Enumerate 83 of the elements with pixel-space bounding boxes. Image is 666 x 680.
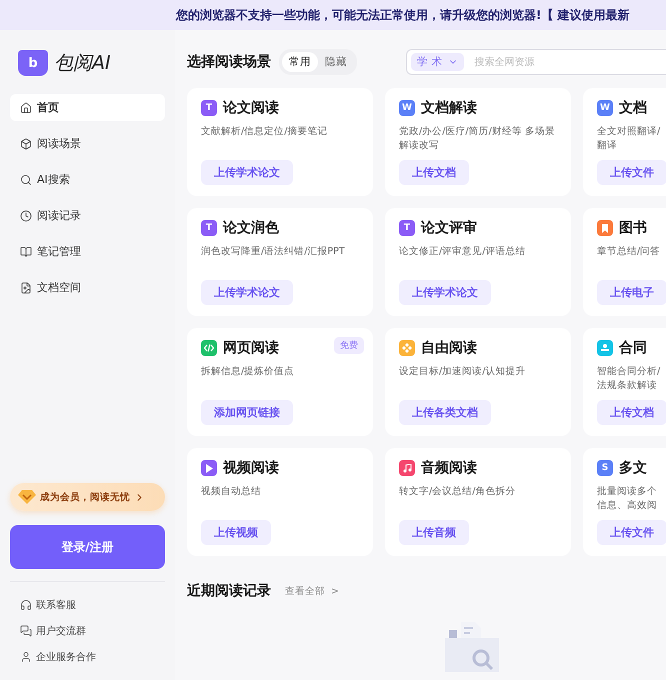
card-description: 全文对照翻译/ 翻译 <box>597 125 662 153</box>
section-title: 近期阅读记录 <box>187 582 271 600</box>
card-description: 设定目标/加速阅读/认知提升 <box>399 365 526 379</box>
login-button[interactable]: 登录/注册 <box>10 525 165 569</box>
diamond-icon <box>18 490 36 504</box>
card-title: 论文阅读 <box>223 99 279 117</box>
home-icon <box>20 102 32 114</box>
card-description: 智能合同分析/ 法规条款解读 <box>597 365 662 393</box>
scene-card[interactable]: 视频阅读 视频自动总结 上传视频 <box>187 448 373 556</box>
headset-icon <box>20 599 32 611</box>
scene-card[interactable]: T 论文润色 润色改写降重/语法纠错/汇报PPT 上传学术论文 <box>187 208 373 316</box>
upload-button[interactable]: 上传学术论文 <box>399 280 491 305</box>
scene-card[interactable]: S 多文 批量阅读多个 信息、高效阅 上传文件 <box>583 448 666 556</box>
upload-button[interactable]: 上传学术论文 <box>201 280 293 305</box>
scene-card[interactable]: W 文档解读 党政/办公/医疗/简历/财经等 多场景 解读改写 上传文档 <box>385 88 571 196</box>
scene-card[interactable]: 图书 章节总结/问答 上传电子 <box>583 208 666 316</box>
card-title: 论文润色 <box>223 219 279 237</box>
upload-button[interactable]: 上传各类文档 <box>399 400 491 425</box>
footer-link[interactable]: 用户交流群 <box>10 618 165 644</box>
upload-button[interactable]: 上传电子 <box>597 280 666 305</box>
upload-button[interactable]: 上传文档 <box>399 160 469 185</box>
scene-card[interactable]: W 文档 全文对照翻译/ 翻译 上传文件 <box>583 88 666 196</box>
sidebar-item[interactable]: 阅读场景 <box>10 130 165 157</box>
card-description: 党政/办公/医疗/简历/财经等 多场景 解读改写 <box>399 125 556 153</box>
scene-card[interactable]: 自由阅读 设定目标/加速阅读/认知提升 上传各类文档 <box>385 328 571 436</box>
card-title: 多文 <box>619 459 647 477</box>
card-description: 转文字/会议总结/角色拆分 <box>399 485 516 499</box>
user-icon <box>20 651 32 663</box>
scene-card[interactable]: T 论文阅读 文献解析/信息定位/摘要笔记 上传学术论文 <box>187 88 373 196</box>
cube-icon <box>20 138 32 150</box>
card-title: 音频阅读 <box>421 459 477 477</box>
letter-icon: T <box>201 100 217 116</box>
card-title: 视频阅读 <box>223 459 279 477</box>
card-description: 批量阅读多个 信息、高效阅 <box>597 485 658 513</box>
tab[interactable]: 隐藏 <box>318 52 354 72</box>
book-icon <box>20 246 32 258</box>
footer-link[interactable]: 联系客服 <box>10 592 165 618</box>
upload-button[interactable]: 上传文件 <box>597 520 666 545</box>
card-description: 论文修正/评审意见/评语总结 <box>399 245 526 259</box>
membership-button[interactable]: 成为会员，阅读无忧 <box>10 483 165 511</box>
upload-button[interactable]: 上传文档 <box>597 400 666 425</box>
scene-card[interactable]: 合同 智能合同分析/ 法规条款解读 上传文档 <box>583 328 666 436</box>
sidebar-item[interactable]: 笔记管理 <box>10 238 165 265</box>
search-icon <box>20 174 32 186</box>
card-description: 润色改写降重/语法纠错/汇报PPT <box>201 245 346 259</box>
upload-button[interactable]: 上传学术论文 <box>201 160 293 185</box>
card-description: 章节总结/问答 <box>597 245 662 259</box>
document-icon <box>20 282 32 294</box>
card-title: 网页阅读 <box>223 339 279 357</box>
tab[interactable]: 常用 <box>282 52 318 72</box>
letter-icon: S <box>597 460 613 476</box>
card-description: 拆解信息/提炼价值点 <box>201 365 296 379</box>
letter-icon: T <box>399 220 415 236</box>
sidebar-item[interactable]: 文档空间 <box>10 274 165 301</box>
banner-text: 您的浏览器不支持一些功能，可能无法正常使用，请升级您的浏览器!【 建议使用最新 <box>176 6 630 24</box>
scene-card[interactable]: T 论文评审 论文修正/评审意见/评语总结 上传学术论文 <box>385 208 571 316</box>
card-title: 论文评审 <box>421 219 477 237</box>
sidebar-item[interactable]: 首页 <box>10 94 165 121</box>
card-description: 视频自动总结 <box>201 485 262 499</box>
card-title: 文档 <box>619 99 647 117</box>
card-title: 自由阅读 <box>421 339 477 357</box>
scene-card[interactable]: 网页阅读 拆解信息/提炼价值点 添加网页链接 免费 <box>187 328 373 436</box>
letter-icon: W <box>597 100 613 116</box>
chat-icon <box>20 625 32 637</box>
sidebar-item[interactable]: 阅读记录 <box>10 202 165 229</box>
upload-button[interactable]: 上传文件 <box>597 160 666 185</box>
card-title: 文档解读 <box>421 99 477 117</box>
upload-button[interactable]: 上传音频 <box>399 520 469 545</box>
logo-icon: b <box>18 50 48 76</box>
free-badge: 免费 <box>334 337 364 354</box>
letter-icon: W <box>399 100 415 116</box>
scene-card[interactable]: 音频阅读 转文字/会议总结/角色拆分 上传音频 <box>385 448 571 556</box>
card-title: 图书 <box>619 219 647 237</box>
clock-icon <box>20 210 32 222</box>
section-title: 选择阅读场景 <box>187 53 271 71</box>
logo-text: 包阅AI <box>54 51 111 76</box>
upload-button[interactable]: 上传视频 <box>201 520 271 545</box>
card-title: 合同 <box>619 339 647 357</box>
upload-button[interactable]: 添加网页链接 <box>201 400 293 425</box>
card-description: 文献解析/信息定位/摘要笔记 <box>201 125 328 139</box>
footer-link[interactable]: 企业服务合作 <box>10 644 165 670</box>
sidebar-item[interactable]: AI搜索 <box>10 166 165 193</box>
letter-icon: T <box>201 220 217 236</box>
